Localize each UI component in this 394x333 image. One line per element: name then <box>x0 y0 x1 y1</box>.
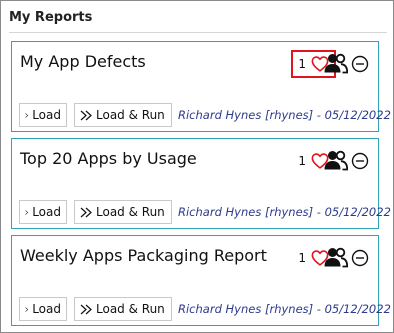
load-and-run-button[interactable]: Load & Run <box>74 297 172 321</box>
load-button[interactable]: Load <box>19 103 67 127</box>
load-button[interactable]: Load <box>19 297 67 321</box>
double-chevron-right-icon <box>80 207 92 217</box>
minus-circle-icon[interactable] <box>351 55 369 73</box>
load-and-run-button[interactable]: Load & Run <box>74 200 172 224</box>
panel-divider <box>9 32 387 33</box>
like-count: 1 <box>298 154 306 168</box>
report-card: Weekly Apps Packaging Report 1 Load Load… <box>11 235 391 326</box>
users-icon[interactable] <box>324 52 348 74</box>
report-card: My App Defects 1 Load Load & Run Richard… <box>11 41 391 132</box>
report-owner-date: Richard Hynes [rhynes] - 05/12/2022 <box>178 108 391 122</box>
report-owner-date: Richard Hynes [rhynes] - 05/12/2022 <box>178 205 391 219</box>
minus-circle-icon[interactable] <box>351 249 369 267</box>
report-title: My App Defects <box>20 52 146 71</box>
double-chevron-right-icon <box>80 304 92 314</box>
users-icon[interactable] <box>324 246 348 268</box>
load-button-label: Load <box>32 302 61 316</box>
my-reports-panel: My Reports My App Defects 1 Load Load & … <box>0 0 394 333</box>
report-card: Top 20 Apps by Usage 1 Load Load & Run R… <box>11 138 391 229</box>
chevron-right-icon <box>25 209 29 215</box>
load-button-label: Load <box>32 108 61 122</box>
load-and-run-button-label: Load & Run <box>96 205 165 219</box>
load-and-run-button-label: Load & Run <box>96 108 165 122</box>
report-title: Weekly Apps Packaging Report <box>20 246 267 265</box>
load-button-label: Load <box>32 205 61 219</box>
report-title: Top 20 Apps by Usage <box>20 149 197 168</box>
panel-title: My Reports <box>9 10 93 25</box>
like-count: 1 <box>298 57 306 71</box>
users-icon[interactable] <box>324 149 348 171</box>
chevron-right-icon <box>25 112 29 118</box>
minus-circle-icon[interactable] <box>351 152 369 170</box>
like-count: 1 <box>298 251 306 265</box>
load-and-run-button[interactable]: Load & Run <box>74 103 172 127</box>
chevron-right-icon <box>25 306 29 312</box>
load-and-run-button-label: Load & Run <box>96 302 165 316</box>
load-button[interactable]: Load <box>19 200 67 224</box>
report-owner-date: Richard Hynes [rhynes] - 05/12/2022 <box>178 302 391 316</box>
double-chevron-right-icon <box>80 110 92 120</box>
